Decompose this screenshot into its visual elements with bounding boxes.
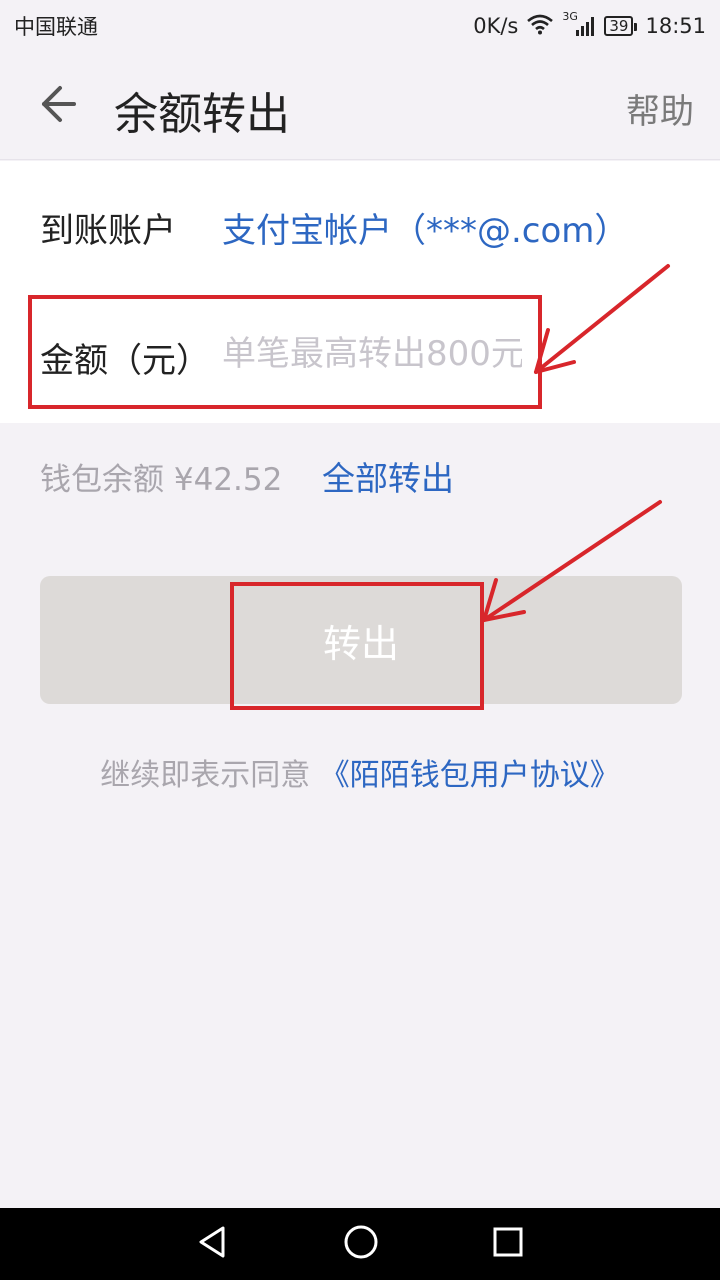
transfer-form: 到账账户 支付宝帐户（***@.com） 金额（元） — [0, 161, 720, 423]
transfer-out-button[interactable]: 转出 — [40, 576, 682, 704]
cellular-signal-icon: 3G — [562, 10, 596, 38]
account-value[interactable]: 支付宝帐户（***@.com） — [222, 203, 720, 252]
page-title: 余额转出 — [114, 89, 290, 140]
battery-level: 39 — [609, 16, 629, 35]
wifi-icon — [526, 13, 554, 40]
nav-home-icon[interactable] — [342, 1223, 380, 1265]
amount-label: 金额（元） — [40, 341, 210, 381]
carrier-text: 中国联通 — [14, 15, 98, 39]
back-arrow-icon — [42, 86, 76, 122]
system-nav-bar — [0, 1208, 720, 1280]
back-button[interactable] — [30, 76, 86, 132]
nav-recents-icon[interactable] — [491, 1225, 525, 1263]
transfer-out-label: 转出 — [322, 621, 399, 666]
help-button[interactable]: 帮助 — [626, 84, 694, 133]
app-header: 余额转出 帮助 — [0, 52, 720, 160]
network-speed: 0K/s — [473, 14, 519, 38]
agreement-link[interactable]: 《陌陌钱包用户协议》 — [320, 758, 620, 793]
wallet-balance: 钱包余额 ¥42.52 — [40, 462, 283, 498]
transfer-all-link[interactable]: 全部转出 — [322, 452, 454, 500]
account-label: 到账账户 — [40, 211, 176, 251]
status-indicators: 0K/s 3G 39 18:51 — [473, 10, 706, 40]
status-bar: 中国联通 0K/s 3G 39 18:51 — [0, 0, 720, 52]
amount-input[interactable] — [222, 326, 522, 382]
clock: 18:51 — [645, 14, 706, 38]
agreement-line: 继续即表示同意 《陌陌钱包用户协议》 — [0, 750, 720, 794]
nav-back-icon[interactable] — [195, 1224, 231, 1264]
battery-icon: 39 — [604, 16, 638, 36]
agreement-prefix: 继续即表示同意 — [100, 758, 320, 793]
